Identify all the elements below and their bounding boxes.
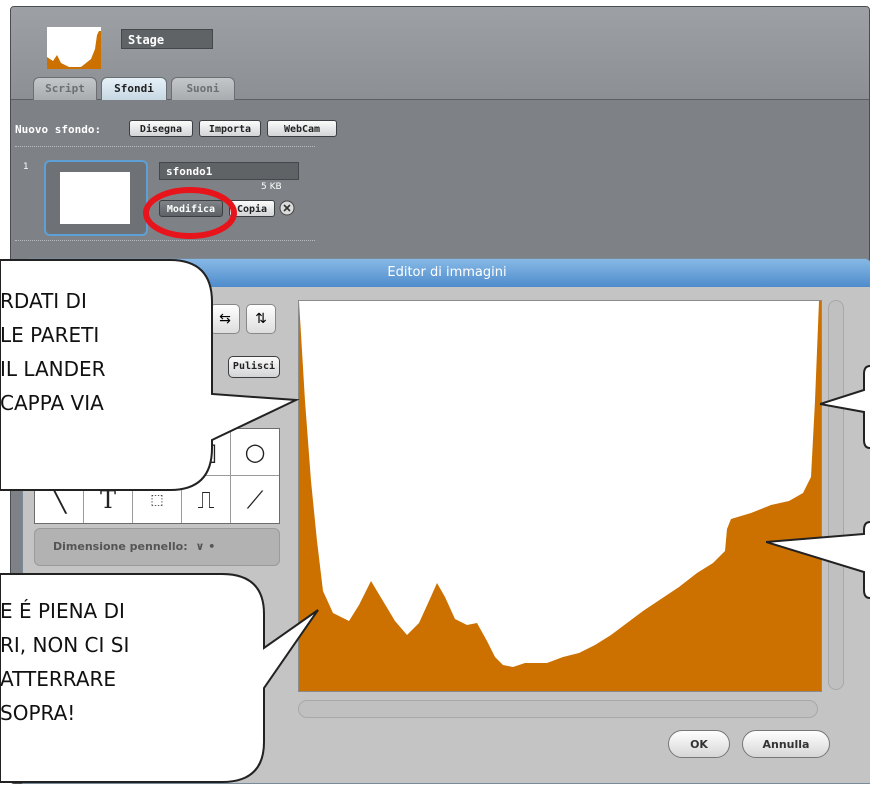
- costume-name-field[interactable]: sfondo1: [159, 162, 299, 180]
- speech-bubble-right-top: [820, 365, 870, 449]
- webcam-button[interactable]: WebCam: [267, 120, 337, 137]
- import-button[interactable]: Importa: [199, 120, 261, 137]
- divider: [15, 146, 315, 147]
- stage-thumbnail[interactable]: [47, 27, 101, 69]
- brush-size-panel: Dimensione pennello: ∨ •: [34, 528, 280, 566]
- paint-button[interactable]: Disegna: [129, 120, 193, 137]
- brush-size-label: Dimensione pennello:: [53, 540, 188, 553]
- cancel-button[interactable]: Annulla: [742, 730, 830, 758]
- costume-size: 5 KB: [261, 182, 282, 192]
- costume-thumbnail: [60, 172, 130, 224]
- ok-button[interactable]: OK: [668, 730, 730, 758]
- vertical-scrollbar[interactable]: [828, 300, 844, 690]
- speech-bubble-right-bottom: [766, 521, 870, 599]
- brush-size-dropdown-icon[interactable]: ∨ •: [195, 540, 215, 553]
- drawing-canvas[interactable]: [298, 300, 822, 692]
- tab-script[interactable]: Script: [33, 77, 97, 100]
- speech-bubble-bottom-text: E É PIENA DI RI, NON CI SI ATTERRARE SOP…: [0, 599, 130, 725]
- tab-suoni[interactable]: Suoni: [171, 77, 235, 100]
- speech-bubble-top-text: RDATI DI LE PARETI IL LANDER CAPPA VIA: [0, 289, 106, 415]
- close-circle-icon[interactable]: [279, 200, 295, 216]
- highlight-circle: [143, 187, 237, 239]
- sprite-name-field[interactable]: Stage: [121, 29, 213, 49]
- horizontal-scrollbar[interactable]: [298, 700, 818, 718]
- stage-background-drawing: [299, 301, 821, 691]
- sprite-header: Stage Script Sfondi Suoni: [11, 7, 869, 101]
- tab-sfondi[interactable]: Sfondi: [101, 77, 167, 101]
- costume-thumbnail-frame[interactable]: [44, 160, 148, 236]
- costume-index: 1: [23, 162, 29, 172]
- new-costume-label: Nuovo sfondo:: [15, 123, 102, 136]
